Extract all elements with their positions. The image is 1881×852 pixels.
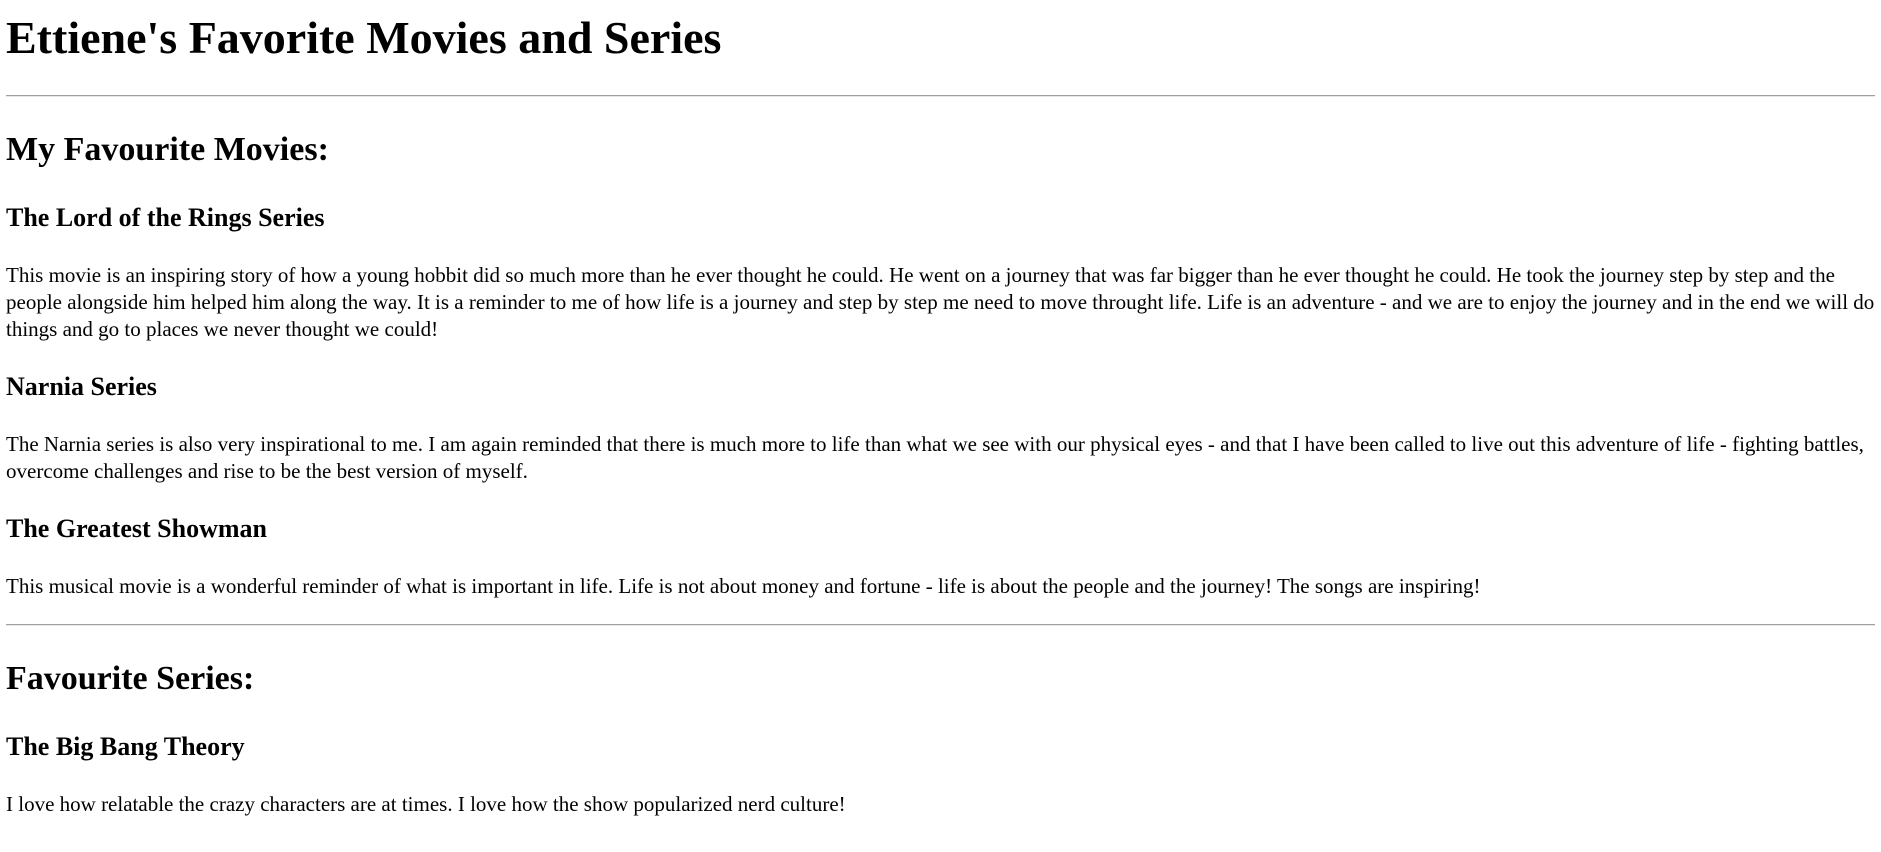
movie-description: The Narnia series is also very inspirati…	[6, 432, 1864, 483]
movies-heading: My Favourite Movies:	[6, 131, 329, 168]
divider	[6, 624, 1875, 626]
movies-section: My Favourite Movies: The Lord of the Rin…	[6, 130, 1875, 600]
movie-description: This musical movie is a wonderful remind…	[6, 574, 1481, 598]
movie-description: This movie is an inspiring story of how …	[6, 263, 1875, 341]
movie-title: Narnia Series	[6, 372, 157, 401]
movie-title: The Greatest Showman	[6, 514, 267, 543]
series-description: I love how relatable the crazy character…	[6, 792, 846, 816]
page-title: Ettiene's Favorite Movies and Series	[6, 12, 722, 63]
series-heading: Favourite Series:	[6, 660, 255, 697]
series-title: The Big Bang Theory	[6, 732, 245, 761]
movie-title: The Lord of the Rings Series	[6, 203, 325, 232]
divider	[6, 95, 1875, 97]
series-section: Favourite Series: The Big Bang Theory I …	[6, 659, 1875, 818]
